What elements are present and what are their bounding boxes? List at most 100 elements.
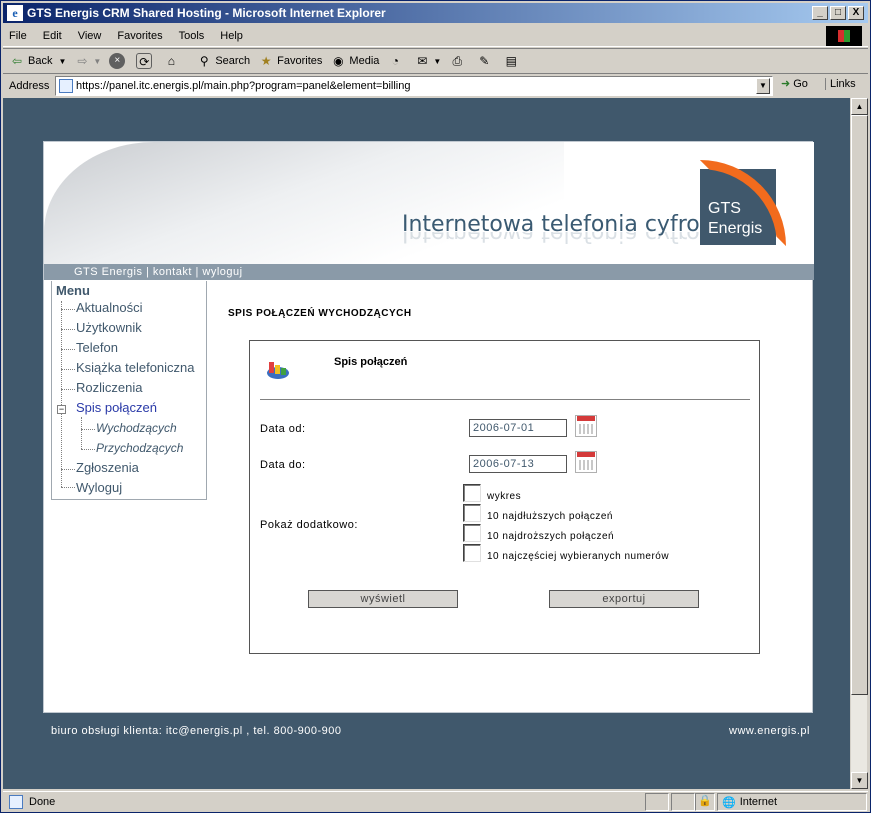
search-button[interactable]: ⚲ Search bbox=[196, 53, 250, 69]
window-title: GTS Energis CRM Shared Hosting - Microso… bbox=[27, 6, 386, 20]
date-from-label: Data od: bbox=[260, 423, 306, 435]
go-button[interactable]: ➜ Go bbox=[781, 77, 808, 91]
top-nav[interactable]: GTS Energis | kontakt | wyloguj bbox=[44, 264, 814, 280]
mail-dropdown-icon[interactable]: ▼ bbox=[433, 57, 441, 66]
checkbox-longest-calls[interactable] bbox=[463, 504, 481, 522]
back-button[interactable]: ⇦ Back ▼ bbox=[9, 53, 66, 69]
sidebar-item-wychodzacych[interactable]: Wychodzących bbox=[96, 421, 177, 435]
sidebar-item-zgloszenia[interactable]: Zgłoszenia bbox=[76, 460, 139, 475]
address-input[interactable]: https://panel.itc.energis.pl/main.php?pr… bbox=[55, 76, 773, 96]
menu-tools[interactable]: Tools bbox=[179, 30, 205, 42]
status-bar: Done 🔒 🌐 Internet bbox=[3, 791, 868, 811]
windows-logo-icon bbox=[826, 26, 862, 46]
links-button[interactable]: Links bbox=[825, 78, 856, 90]
option-most-expensive-label: 10 najdroższych połączeń bbox=[487, 531, 615, 542]
chart-icon bbox=[267, 362, 289, 379]
print-icon: ⎙ bbox=[452, 54, 463, 68]
menu-edit[interactable]: Edit bbox=[43, 30, 62, 42]
done-page-icon bbox=[9, 794, 23, 809]
tree-branch bbox=[61, 329, 75, 330]
zone-text: Internet bbox=[739, 796, 778, 808]
address-dropdown-icon[interactable]: ▼ bbox=[756, 78, 770, 94]
menu-view[interactable]: View bbox=[78, 30, 102, 42]
sidebar-item-wyloguj[interactable]: Wyloguj bbox=[76, 480, 122, 495]
status-panel bbox=[671, 793, 695, 811]
menu-help[interactable]: Help bbox=[220, 30, 243, 42]
tree-branch bbox=[61, 487, 75, 488]
calendar-icon[interactable] bbox=[575, 415, 597, 437]
forward-button[interactable]: ⇨ ▼ bbox=[74, 53, 101, 69]
show-button[interactable]: wyświetl bbox=[308, 590, 458, 608]
tree-branch bbox=[81, 429, 95, 430]
history-icon: ◔ bbox=[391, 54, 400, 68]
sidebar-item-rozliczenia[interactable]: Rozliczenia bbox=[76, 380, 142, 395]
sidebar-item-aktualnosci[interactable]: Aktualności bbox=[76, 300, 142, 315]
extra-options-label: Pokaż dodatkowo: bbox=[260, 519, 358, 531]
sidebar-item-spis-polaczen[interactable]: Spis połączeń bbox=[76, 400, 157, 415]
minimize-button[interactable]: _ bbox=[812, 6, 828, 20]
edit-button[interactable]: ✎ bbox=[476, 53, 495, 69]
toolbar: ⇦ Back ▼ ⇨ ▼ × ⟳ ⌂ ⚲ Search ★ Favorites … bbox=[3, 48, 868, 74]
page-title: SPIS POŁĄCZEŃ WYCHODZĄCYCH bbox=[228, 308, 412, 319]
menu-title: Menu bbox=[56, 283, 90, 298]
checkbox-most-dialed-numbers[interactable] bbox=[463, 544, 481, 562]
forward-dropdown-icon[interactable]: ▼ bbox=[93, 57, 101, 66]
scroll-down-icon[interactable]: ▼ bbox=[851, 772, 868, 789]
divider bbox=[260, 399, 750, 400]
discuss-button[interactable]: ▤ bbox=[503, 53, 522, 69]
export-button[interactable]: exportuj bbox=[549, 590, 699, 608]
scroll-up-icon[interactable]: ▲ bbox=[851, 98, 868, 115]
sidebar-item-uzytkownik[interactable]: Użytkownik bbox=[76, 320, 142, 335]
sidebar-item-ksiazka-telefoniczna[interactable]: Książka telefoniczna bbox=[76, 360, 195, 375]
favorites-label: Favorites bbox=[277, 55, 323, 67]
history-button[interactable]: ◔ bbox=[387, 53, 406, 69]
tree-branch bbox=[61, 469, 75, 470]
footer-website-link[interactable]: www.energis.pl bbox=[729, 725, 810, 737]
back-arrow-icon: ⇦ bbox=[11, 54, 23, 68]
sidebar-item-przychodzacych[interactable]: Przychodzących bbox=[96, 441, 183, 455]
sidebar-item-telefon[interactable]: Telefon bbox=[76, 340, 118, 355]
menu-favorites[interactable]: Favorites bbox=[117, 30, 162, 42]
call-list-form: Spis połączeń Data od: 2006-07-01 Data d… bbox=[249, 340, 760, 654]
browser-window: e GTS Energis CRM Shared Hosting - Micro… bbox=[0, 0, 871, 813]
checkbox-most-expensive-calls[interactable] bbox=[463, 524, 481, 542]
vertical-scrollbar[interactable]: ▲ ▼ bbox=[850, 98, 868, 789]
discuss-icon: ▤ bbox=[505, 54, 517, 68]
stop-button[interactable]: × bbox=[109, 53, 128, 69]
refresh-button[interactable]: ⟳ bbox=[136, 53, 155, 69]
calendar-icon[interactable] bbox=[575, 451, 597, 473]
mail-button[interactable]: ✉ ▼ bbox=[414, 53, 441, 69]
checkbox-wykres[interactable] bbox=[463, 484, 481, 502]
address-url: https://panel.itc.energis.pl/main.php?pr… bbox=[76, 80, 411, 92]
maximize-button[interactable]: □ bbox=[830, 6, 846, 20]
collapse-icon[interactable]: − bbox=[57, 405, 66, 414]
slogan-reflection: Internetowa telefonia cyfrowa bbox=[402, 232, 732, 246]
menu-bar: File Edit View Favorites Tools Help bbox=[3, 25, 868, 47]
menu-file[interactable]: File bbox=[9, 30, 27, 42]
option-wykres-label: wykres bbox=[487, 491, 522, 502]
gts-energis-logo[interactable]: GTS Energis bbox=[700, 160, 786, 246]
date-to-field[interactable]: 2006-07-13 bbox=[469, 455, 567, 473]
status-panel bbox=[645, 793, 669, 811]
back-dropdown-icon[interactable]: ▼ bbox=[58, 57, 66, 66]
go-arrow-icon: ➜ bbox=[781, 78, 791, 90]
favorites-button[interactable]: ★ Favorites bbox=[258, 53, 323, 69]
date-to-label: Data do: bbox=[260, 459, 306, 471]
go-label: Go bbox=[793, 77, 808, 90]
page-header: Internetowa telefonia cyfrowa Internetow… bbox=[44, 142, 814, 264]
home-icon: ⌂ bbox=[167, 54, 175, 68]
sidebar-menu: Menu Aktualności Użytkownik Telefon Ksią… bbox=[51, 281, 207, 500]
option-most-dialed-label: 10 najczęściej wybieranych numerów bbox=[487, 551, 670, 562]
print-button[interactable]: ⎙ bbox=[449, 53, 468, 69]
scroll-thumb[interactable] bbox=[851, 115, 868, 695]
refresh-icon: ⟳ bbox=[136, 53, 153, 69]
media-button[interactable]: ◉ Media bbox=[330, 53, 379, 69]
tree-branch bbox=[61, 369, 75, 370]
zone-panel: 🌐 Internet bbox=[717, 793, 867, 811]
tree-branch bbox=[81, 449, 95, 450]
close-button[interactable]: X bbox=[848, 6, 864, 20]
date-from-field[interactable]: 2006-07-01 bbox=[469, 419, 567, 437]
address-bar: Address https://panel.itc.energis.pl/mai… bbox=[3, 75, 868, 97]
home-button[interactable]: ⌂ bbox=[163, 53, 182, 69]
address-label: Address bbox=[9, 80, 50, 92]
